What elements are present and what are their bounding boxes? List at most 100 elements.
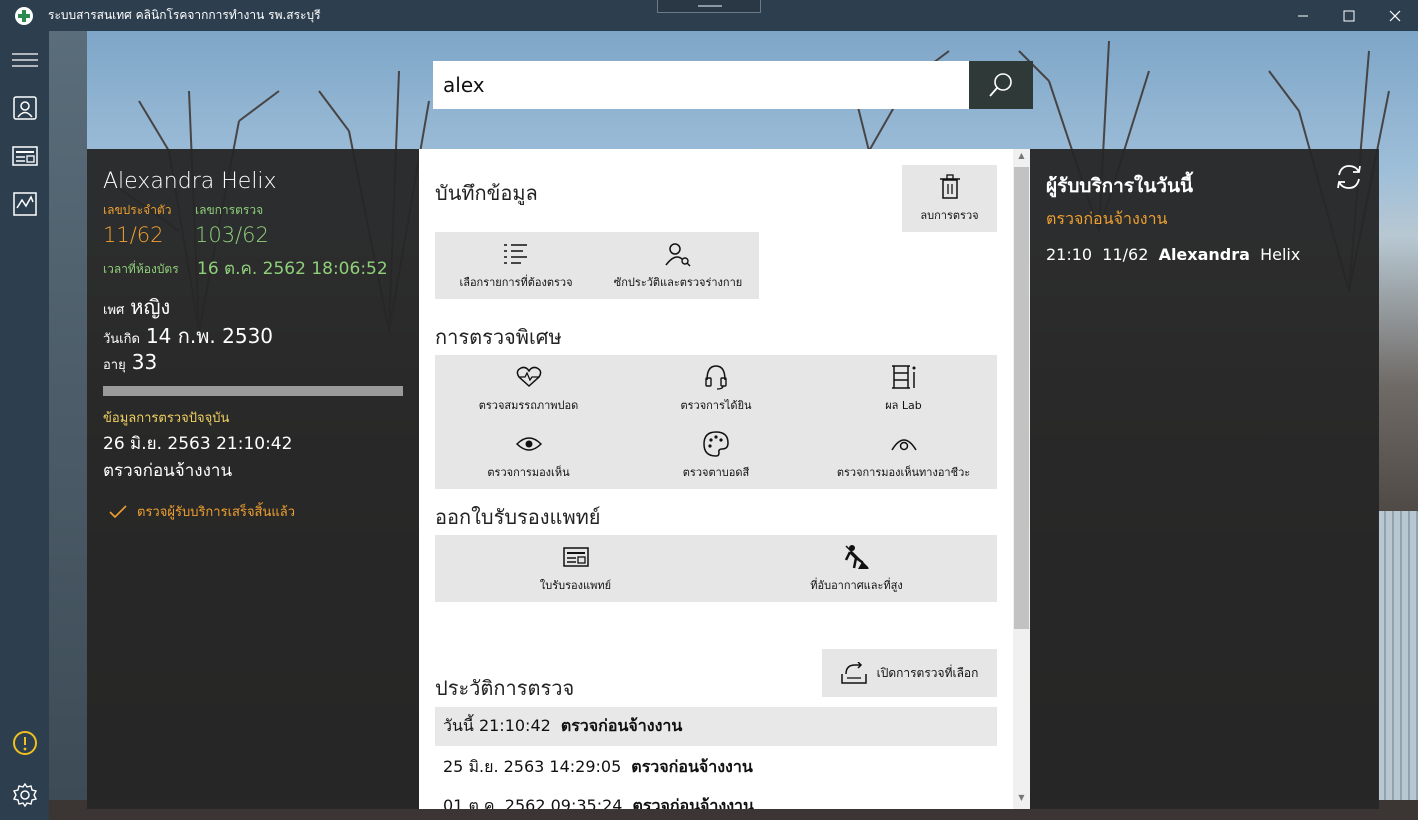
hearing-test-button[interactable]: ตรวจการได้ยิน [622,355,810,422]
headset-icon [705,364,727,390]
maximize-icon [1343,10,1355,21]
history-exam-button[interactable]: ซักประวัติและตรวจร่างกาย [597,232,759,299]
warning-icon [12,731,37,755]
nav-settings-button[interactable] [0,772,49,818]
today-entry-last: Helix [1260,245,1301,264]
exam-panel: บันทึกข้อมูล ลบการตรวจ เลือกรายการที่ต้อ… [419,149,1030,809]
visit-number: 103/62 [195,223,269,247]
eye-icon [515,436,542,451]
maximize-button[interactable] [1326,0,1372,31]
lung-test-button[interactable]: ตรวจสมรรถภาพปอด [435,355,622,422]
open-selected-exam-button[interactable]: เปิดการตรวจที่เลือก [822,649,997,697]
patient-card-icon [12,96,37,120]
history-section-title: ประวัติการตรวจ [435,676,575,700]
lab-result-label: ผล Lab [885,398,922,412]
sex-value: หญิง [130,295,171,319]
history-row[interactable]: 01 ต.ค. 2562 09:35:24 ตรวจก่อนจ้างงาน [435,787,997,809]
nav-warning-button[interactable] [0,720,49,766]
open-exam-icon [840,662,867,684]
sex-label: เพศ [103,303,125,318]
today-title: ผู้รับบริการในวันนี้ [1046,175,1193,197]
history-row-type: ตรวจก่อนจ้างงาน [632,796,754,809]
search-button[interactable] [969,61,1033,109]
vision-test-label: ตรวจการมองเห็น [487,465,570,479]
confined-space-button[interactable]: ที่อับอากาศและที่สูง [716,535,997,602]
open-selected-exam-label: เปิดการตรวจที่เลือก [876,665,979,680]
delete-exam-label: ลบการตรวจ [920,208,979,222]
patient-id-label: เลขประจำตัว [103,203,172,217]
search-input[interactable]: alex [433,61,969,109]
certificate-tiles: ใบรับรองแพทย์ ที่อับอากาศและที่สูง [435,535,997,602]
exam-complete-status[interactable]: ตรวจผู้รับบริการเสร็จสิ้นแล้ว [109,501,295,522]
history-row[interactable]: 25 มิ.ย. 2563 14:29:05 ตรวจก่อนจ้างงาน [435,748,997,787]
history-row[interactable]: วันนี้ 21:10:42 ตรวจก่อนจ้างงาน [435,707,997,746]
minimize-button[interactable] [1280,0,1326,31]
dob-label: วันเกิด [103,332,140,347]
today-entry-first: Alexandra [1158,245,1250,264]
heartbeat-icon [516,366,541,387]
app-logo-icon [15,6,33,25]
confined-space-label: ที่อับอากาศและที่สูง [810,578,903,592]
certificate-section-title: ออกใบรับรองแพทย์ [435,505,601,529]
nav-patient-button[interactable] [0,85,49,131]
medical-certificate-button[interactable]: ใบรับรองแพทย์ [435,535,716,602]
nav-report-button[interactable] [0,133,49,179]
colorblind-test-button[interactable]: ตรวจตาบอดสี [622,422,810,489]
colorblind-test-label: ตรวจตาบอดสี [682,465,750,479]
lab-icon [891,364,915,389]
today-panel: ผู้รับบริการในวันนี้ ตรวจก่อนจ้างงาน 21:… [1030,149,1379,809]
close-icon [1389,10,1401,21]
nav-chart-button[interactable] [0,181,49,227]
current-exam-label: ข้อมูลการตรวจปัจจุบัน [103,411,230,426]
record-section-title: บันทึกข้อมูล [435,181,538,205]
vision-test-button[interactable]: ตรวจการมองเห็น [435,422,622,489]
age-row: อายุ 33 [103,350,157,375]
scroll-thumb[interactable] [1014,167,1029,629]
hamburger-menu-button[interactable] [0,37,49,83]
dob-value: 14 ก.พ. 2530 [145,324,274,348]
special-section-title: การตรวจพิเศษ [435,325,562,349]
patient-id: 11/62 [103,223,164,247]
history-row-type: ตรวจก่อนจ้างงาน [560,716,683,735]
medical-certificate-label: ใบรับรองแพทย์ [539,578,612,592]
dob-row: วันเกิด 14 ก.พ. 2530 [103,320,273,352]
trash-icon [939,173,960,199]
card-time-label: เวลาที่ห้องบัตร [103,262,179,276]
scroll-down-arrow-icon[interactable]: ▼ [1013,793,1030,807]
scroll-up-arrow-icon[interactable]: ▲ [1013,151,1030,165]
search-icon [989,73,1012,97]
occupational-vision-label: ตรวจการมองเห็นทางอาชีวะ [836,465,971,479]
today-entry-id: 11/62 [1102,245,1149,264]
minimize-icon [1298,15,1308,16]
select-items-button[interactable]: เลือกรายการที่ต้องตรวจ [435,232,597,299]
nav-rail [0,31,49,820]
age-value: 33 [131,350,158,374]
age-label: อายุ [103,358,126,373]
history-row-date: วันนี้ 21:10:42 [443,716,551,735]
lung-test-label: ตรวจสมรรถภาพปอด [478,398,579,412]
worker-icon [844,544,869,569]
current-exam-date: 26 มิ.ย. 2563 21:10:42 [103,434,293,454]
visit-number-label: เลขการตรวจ [195,203,264,217]
patient-panel: Alexandra Helix เลขประจำตัว เลขการตรวจ 1… [87,149,419,809]
delete-exam-button[interactable]: ลบการตรวจ [902,165,997,232]
palette-icon [703,430,729,457]
today-entry[interactable]: 21:10 11/62 Alexandra Helix [1046,245,1300,264]
person-search-icon [665,242,691,266]
hamburger-icon [11,53,38,67]
drag-handle[interactable] [657,0,761,13]
card-time: 16 ต.ค. 2562 18:06:52 [197,259,388,279]
certificate-icon [562,546,589,567]
lab-result-button[interactable]: ผล Lab [810,355,997,422]
close-button[interactable] [1372,0,1418,31]
refresh-button[interactable] [1333,161,1365,193]
today-entry-time: 21:10 [1046,245,1093,264]
occupational-vision-button[interactable]: ตรวจการมองเห็นทางอาชีวะ [810,422,997,489]
history-row-date: 25 มิ.ย. 2563 14:29:05 [443,757,622,776]
occupational-eye-icon [890,438,917,450]
gear-icon [12,782,37,808]
scrollbar[interactable]: ▲ ▼ [1013,149,1030,809]
record-tiles: เลือกรายการที่ต้องตรวจ ซักประวัติและตรวจ… [435,232,759,299]
refresh-icon [1337,165,1361,189]
window-title: ระบบสารสนเทศ คลินิกโรคจากการทำงาน รพ.สระ… [48,8,321,22]
